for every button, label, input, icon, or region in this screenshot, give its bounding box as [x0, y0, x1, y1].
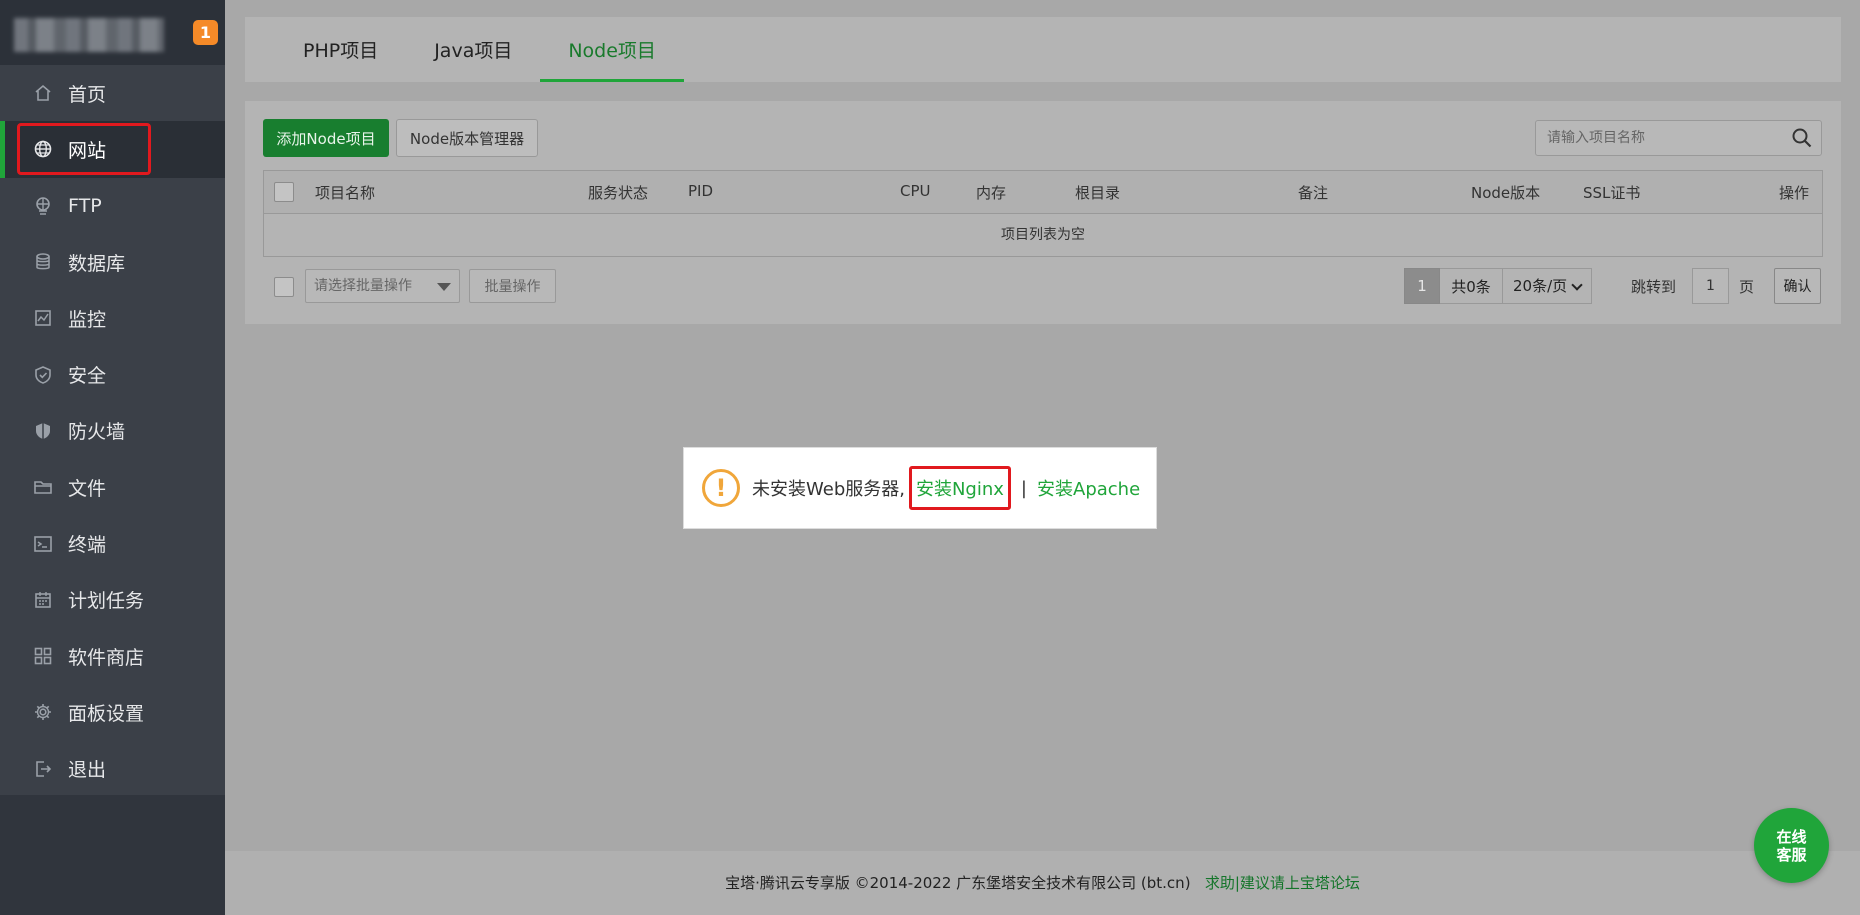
- terminal-icon: [32, 533, 54, 555]
- sidebar-item-label: 文件: [68, 477, 107, 500]
- page-unit-label: 页: [1739, 278, 1755, 296]
- node-project-panel: 添加Node项目 Node版本管理器 项目名称 服务状态 PID CPU 内存 …: [245, 101, 1841, 324]
- footer: 宝塔·腾讯云专享版 ©2014-2022 广东堡塔安全技术有限公司 (bt.cn…: [225, 851, 1860, 915]
- sidebar-item-monitor[interactable]: 监控: [0, 290, 225, 346]
- sidebar-item-firewall[interactable]: 防火墙: [0, 403, 225, 459]
- sidebar-item-label: FTP: [68, 194, 102, 217]
- logout-icon: [32, 758, 54, 780]
- page-size-value: 20条/页: [1513, 277, 1568, 295]
- col-remark: 备注: [1298, 184, 1329, 202]
- warning-message: 未安装Web服务器,: [752, 479, 905, 500]
- table-empty-message: 项目列表为空: [1001, 227, 1085, 243]
- sidebar-item-label: 退出: [68, 759, 107, 782]
- monitor-icon: [32, 307, 54, 329]
- shield-icon: [32, 364, 54, 386]
- sidebar-item-security[interactable]: 安全: [0, 346, 225, 402]
- sidebar-item-label: 数据库: [68, 252, 126, 275]
- sidebar-item-label: 监控: [68, 308, 107, 331]
- batch-action-select[interactable]: 请选择批量操作: [305, 269, 460, 303]
- jump-page-input[interactable]: 1: [1692, 268, 1729, 304]
- folder-icon: [32, 476, 54, 498]
- col-cpu: CPU: [900, 182, 931, 200]
- web-server-warning-dialog: ! 未安装Web服务器, 安装Nginx | 安装Apache: [683, 447, 1157, 529]
- search-input[interactable]: [1536, 121, 1781, 155]
- sidebar-item-label: 计划任务: [68, 590, 145, 613]
- ftp-icon: [32, 195, 54, 217]
- forum-link[interactable]: 求助|建议请上宝塔论坛: [1205, 874, 1360, 892]
- col-root-dir: 根目录: [1075, 184, 1121, 202]
- database-icon: [32, 251, 54, 273]
- calendar-icon: [32, 589, 54, 611]
- install-apache-link[interactable]: 安装Apache: [1037, 475, 1140, 501]
- sidebar-item-terminal[interactable]: 终端: [0, 515, 225, 571]
- col-node-version: Node版本: [1471, 184, 1541, 202]
- copyright-text: 宝塔·腾讯云专享版 ©2014-2022 广东堡塔安全技术有限公司 (bt.cn…: [725, 874, 1191, 892]
- sidebar-item-label: 防火墙: [68, 421, 126, 444]
- sidebar-item-ftp[interactable]: FTP: [0, 178, 225, 234]
- sidebar-item-label: 面板设置: [68, 702, 145, 725]
- col-pid: PID: [688, 182, 714, 200]
- total-count: 共0条: [1440, 268, 1503, 304]
- support-line1: 在线: [1776, 827, 1807, 846]
- col-memory: 内存: [976, 184, 1007, 202]
- sidebar-item-settings[interactable]: 面板设置: [0, 684, 225, 740]
- sidebar-item-label: 软件商店: [68, 646, 145, 669]
- col-actions: 操作: [1779, 184, 1810, 202]
- page-number-current[interactable]: 1: [1404, 268, 1440, 304]
- highlight-box-website: [17, 123, 151, 175]
- batch-select-checkbox[interactable]: [274, 277, 294, 297]
- sidebar-item-appstore[interactable]: 软件商店: [0, 628, 225, 684]
- page-size-select[interactable]: 20条/页: [1503, 268, 1592, 304]
- tab-php[interactable]: PHP项目: [275, 17, 406, 82]
- install-nginx-link[interactable]: 安装Nginx: [916, 479, 1004, 500]
- col-service-status: 服务状态: [588, 184, 649, 202]
- sidebar-item-home[interactable]: 首页: [0, 65, 225, 121]
- batch-action-placeholder: 请选择批量操作: [314, 278, 412, 294]
- sidebar-item-database[interactable]: 数据库: [0, 234, 225, 290]
- sidebar-item-label: 安全: [68, 365, 107, 388]
- notification-badge[interactable]: 1: [193, 20, 218, 45]
- jump-to-label: 跳转到: [1631, 278, 1677, 296]
- sidebar-item-label: 终端: [68, 534, 107, 557]
- warning-icon: !: [702, 469, 740, 507]
- add-node-project-button[interactable]: 添加Node项目: [263, 119, 389, 157]
- select-all-checkbox[interactable]: [274, 182, 294, 202]
- sidebar-item-label: 首页: [68, 83, 107, 106]
- support-line2: 客服: [1776, 845, 1807, 864]
- caret-down-icon: [437, 283, 451, 291]
- online-support-button[interactable]: 在线 客服: [1754, 808, 1829, 883]
- chevron-down-icon: [1571, 279, 1583, 291]
- link-separator: |: [1020, 477, 1027, 499]
- highlight-box-nginx: 安装Nginx: [908, 466, 1011, 510]
- sidebar-header: 1: [0, 0, 225, 65]
- table-header: 项目名称 服务状态 PID CPU 内存 根目录 备注 Node版本 SSL证书…: [264, 171, 1822, 214]
- node-version-manager-button[interactable]: Node版本管理器: [396, 119, 538, 157]
- search-box: [1535, 120, 1822, 156]
- tab-node[interactable]: Node项目: [540, 17, 684, 82]
- sidebar-item-cron[interactable]: 计划任务: [0, 572, 225, 628]
- firewall-icon: [32, 420, 54, 442]
- home-icon: [32, 82, 54, 104]
- batch-action-button[interactable]: 批量操作: [469, 269, 556, 303]
- jump-confirm-button[interactable]: 确认: [1774, 268, 1821, 304]
- project-table: 项目名称 服务状态 PID CPU 内存 根目录 备注 Node版本 SSL证书…: [263, 170, 1823, 257]
- col-ssl-cert: SSL证书: [1583, 184, 1641, 202]
- blurred-logo: [14, 18, 164, 52]
- search-icon[interactable]: [1791, 127, 1813, 149]
- col-project-name: 项目名称: [315, 184, 376, 202]
- gear-icon: [32, 701, 54, 723]
- project-tabs: PHP项目 Java项目 Node项目: [245, 17, 1841, 82]
- sidebar-item-files[interactable]: 文件: [0, 459, 225, 515]
- apps-icon: [32, 645, 54, 667]
- tab-java[interactable]: Java项目: [406, 17, 540, 82]
- sidebar-item-logout[interactable]: 退出: [0, 741, 225, 797]
